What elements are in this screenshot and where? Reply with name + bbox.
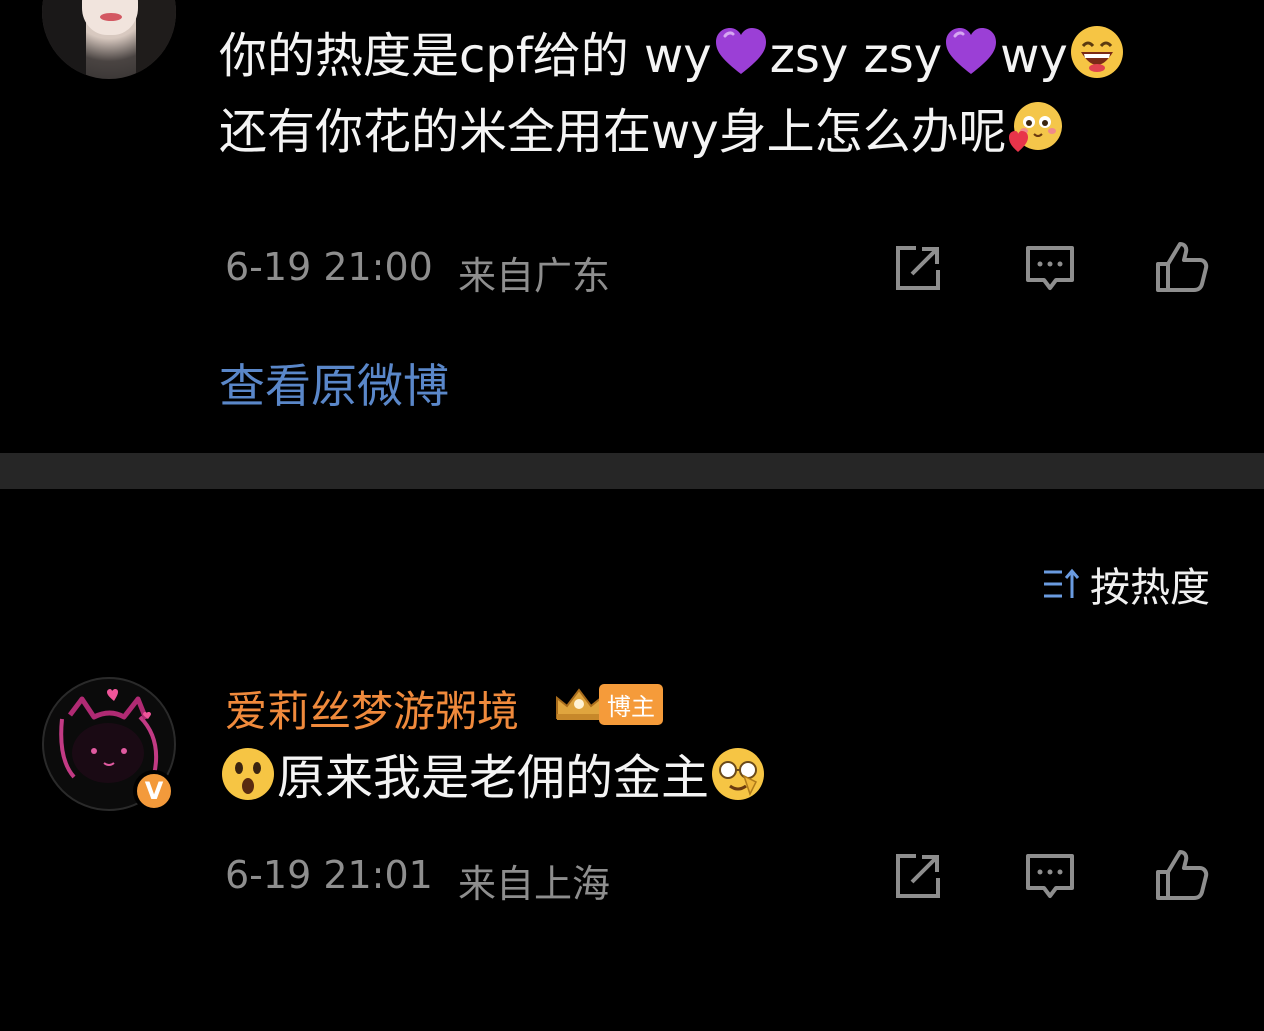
avatar-hair-right — [136, 0, 176, 79]
sort-label: 按热度 — [1090, 565, 1210, 611]
sort-icon — [1044, 568, 1080, 598]
sort-button[interactable]: 按热度 — [1042, 555, 1210, 613]
comment-icon[interactable] — [1022, 240, 1078, 296]
comment-timestamp: 6-19 21:00 — [225, 245, 433, 289]
share-icon[interactable] — [890, 848, 946, 904]
purple-heart-icon — [946, 28, 997, 74]
comment-text: 原来我是老佣的金主 — [219, 740, 1219, 816]
comment-text-segment: 你的热度是cpf给的 wy — [219, 28, 712, 84]
verified-badge: V — [133, 770, 175, 812]
avatar-hair-left — [42, 0, 86, 79]
section-divider — [0, 453, 1264, 489]
surprised-face-icon — [222, 748, 274, 800]
smirk-face-icon — [712, 748, 765, 800]
like-icon[interactable] — [1154, 848, 1210, 904]
comment-line-2: 还有你花的米全用在wy身上怎么办呢 — [219, 94, 1219, 170]
crown-icon — [556, 688, 602, 720]
avatar-lips — [100, 13, 122, 21]
purple-heart-icon — [715, 28, 766, 74]
comment-text: 你的热度是cpf给的 wy zsy zsy wy 还有你花的米全用在wy身上怎么办呢 — [219, 18, 1219, 170]
comment-timestamp: 6-19 21:01 — [225, 853, 433, 897]
grinning-face-icon — [1070, 26, 1123, 78]
author-badge-label: 博主 — [599, 683, 663, 725]
like-icon[interactable] — [1154, 240, 1210, 296]
author-badge: 博主 — [553, 683, 663, 725]
hearts-face-icon — [1008, 102, 1062, 152]
avatar[interactable] — [42, 0, 176, 79]
comment-location: 来自上海 — [458, 862, 611, 906]
comment-text-segment: wy — [1000, 28, 1068, 84]
comment-text-segment: zsy zsy — [769, 28, 943, 84]
username[interactable]: 爱莉丝梦游粥境 — [225, 678, 519, 739]
comment-icon[interactable] — [1022, 848, 1078, 904]
comment-text-segment: 原来我是老佣的金主 — [277, 750, 710, 806]
view-original-link[interactable]: 查看原微博 — [219, 350, 449, 416]
comment-location: 来自广东 — [458, 254, 611, 298]
comment-line-1: 你的热度是cpf给的 wy zsy zsy wy — [219, 18, 1219, 94]
share-icon[interactable] — [890, 240, 946, 296]
comment-text-segment: 还有你花的米全用在wy身上怎么办呢 — [219, 104, 1007, 160]
